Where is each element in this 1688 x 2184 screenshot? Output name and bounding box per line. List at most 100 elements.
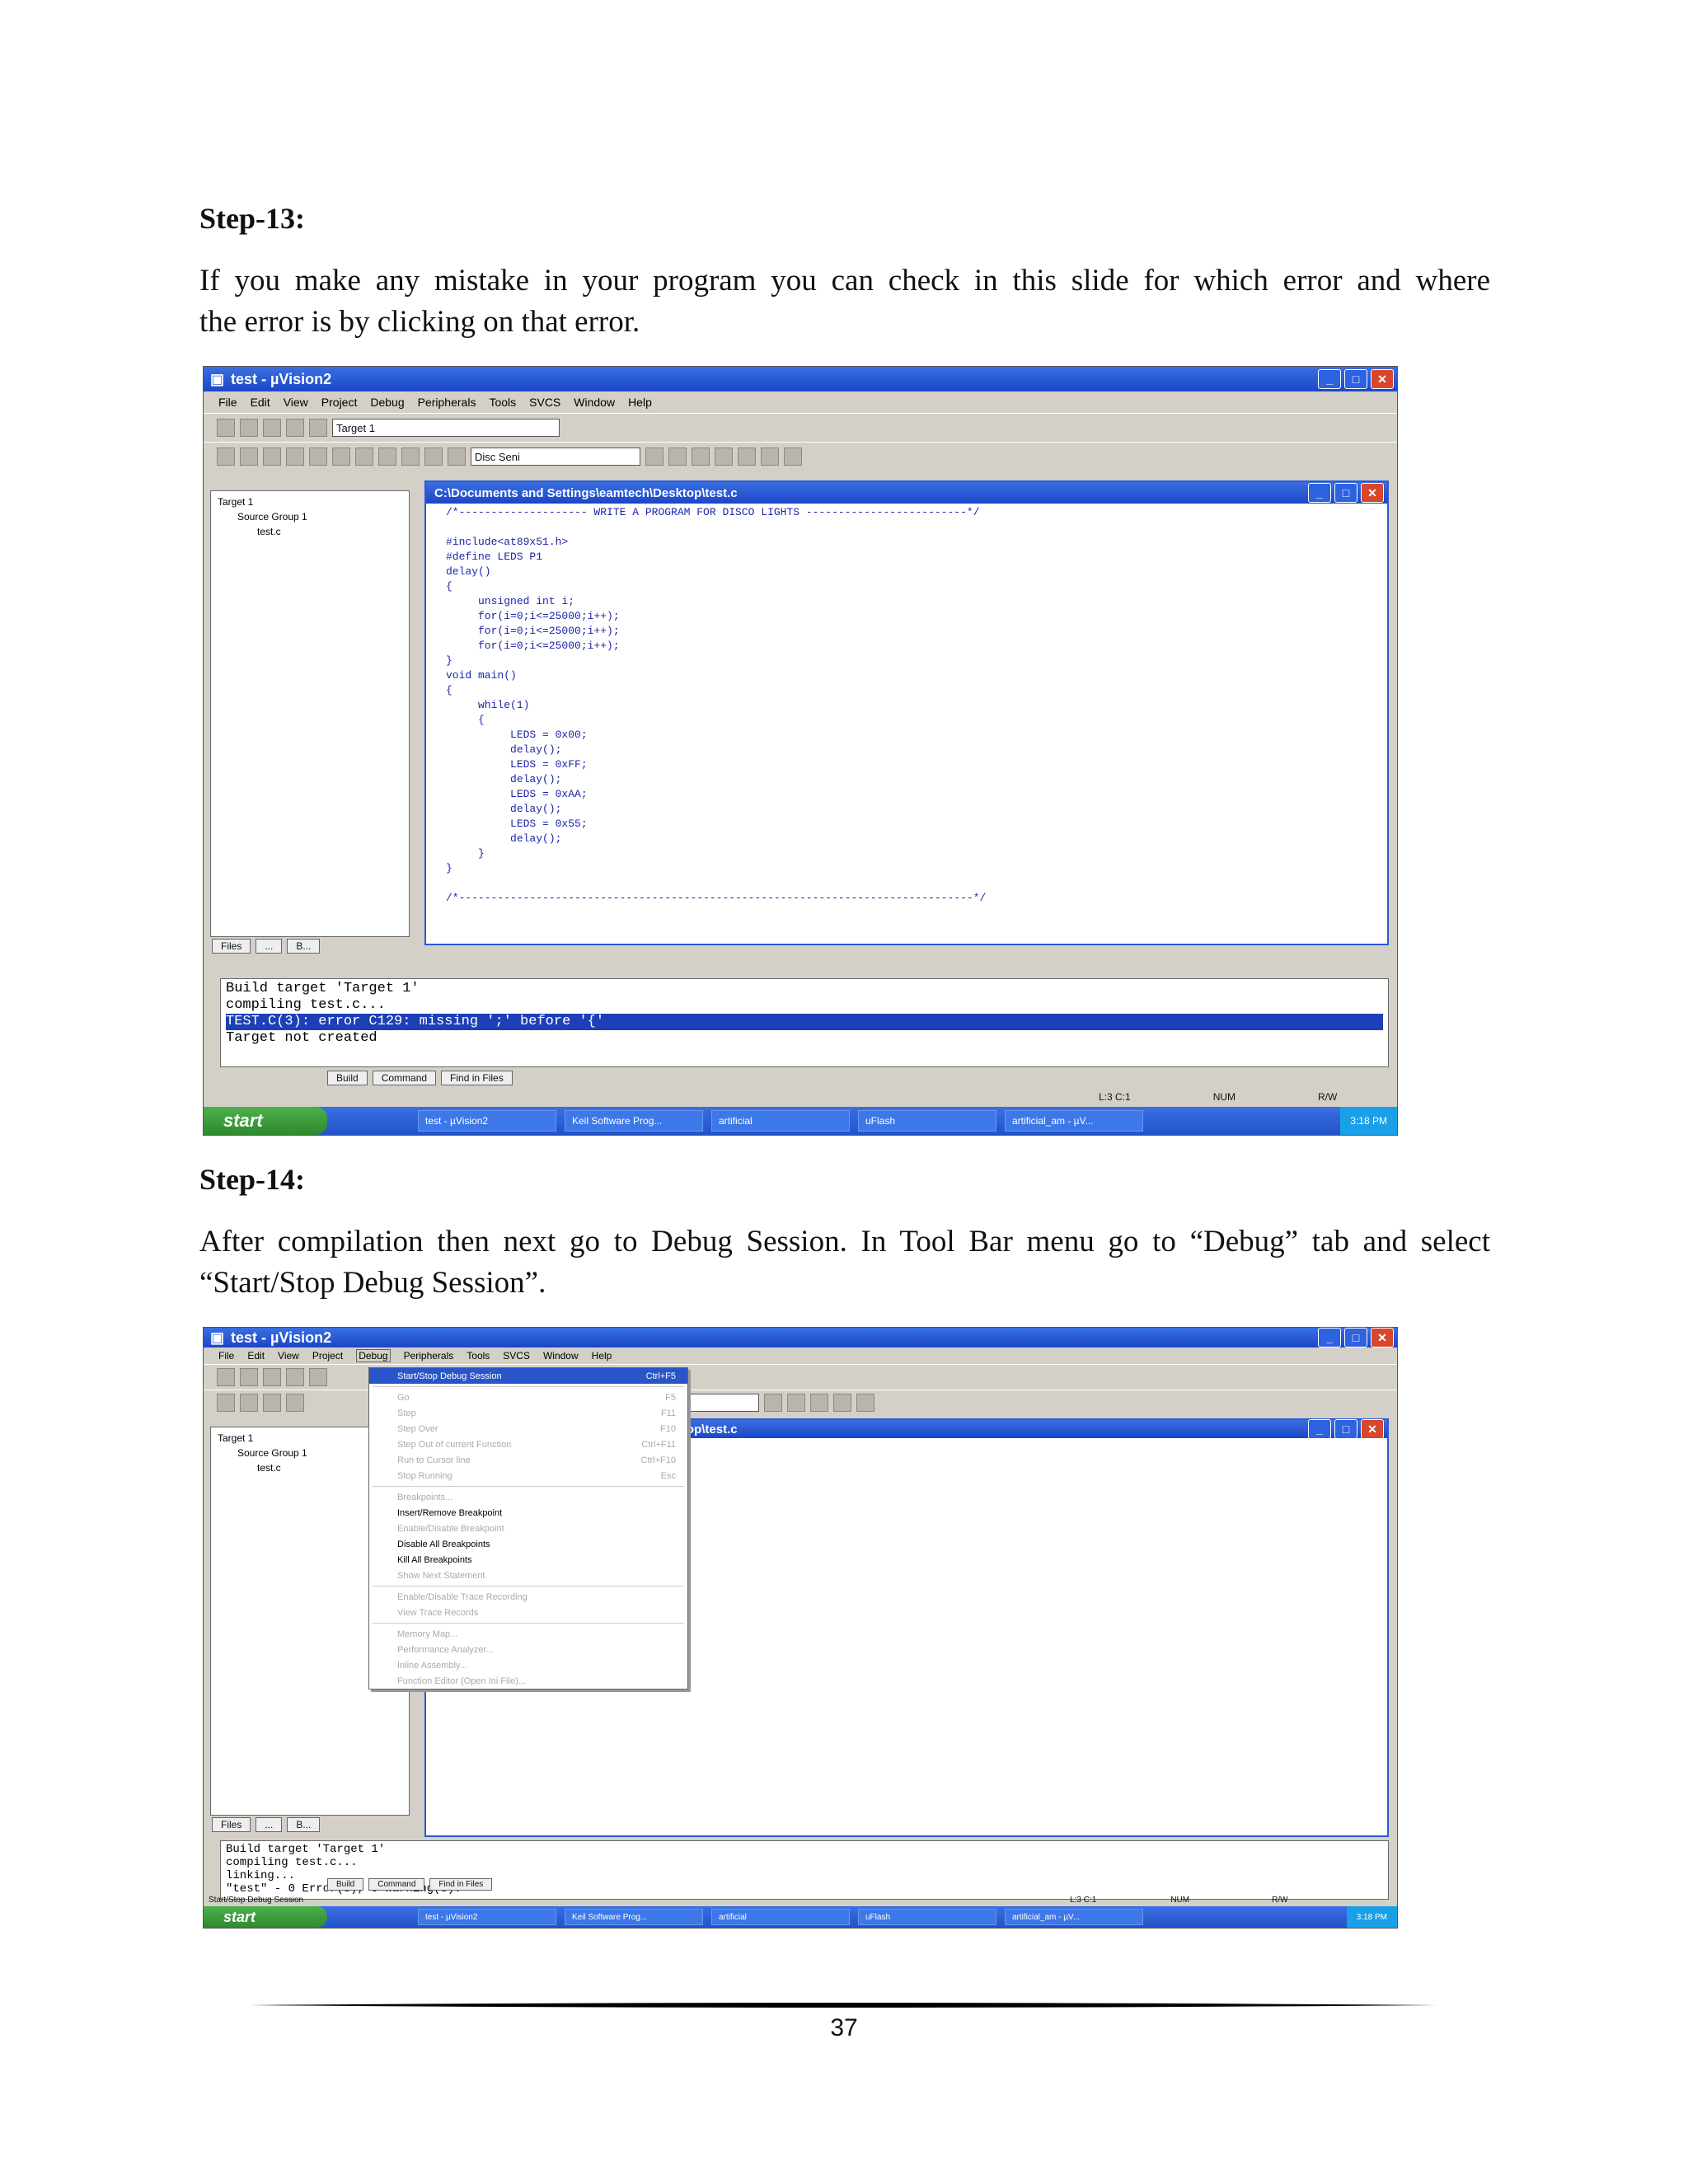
maximize-icon[interactable]: □ xyxy=(1344,369,1367,389)
copy-icon[interactable] xyxy=(332,448,350,466)
debug-icon[interactable] xyxy=(833,1394,851,1412)
open-file-icon[interactable] xyxy=(240,448,258,466)
rebuild-icon[interactable] xyxy=(263,419,281,437)
tree-group[interactable]: Source Group 1 xyxy=(218,509,402,524)
editor-close-icon[interactable]: ✕ xyxy=(1361,483,1384,503)
print-icon[interactable] xyxy=(692,448,710,466)
tab-books[interactable]: B... xyxy=(287,1817,321,1832)
tree-target[interactable]: Target 1 xyxy=(218,494,402,509)
undo-icon[interactable] xyxy=(378,448,396,466)
menu-help[interactable]: Help xyxy=(628,396,652,409)
cut-icon[interactable] xyxy=(309,448,327,466)
taskbar-item[interactable]: Keil Software Prog... xyxy=(565,1909,703,1925)
translate-icon[interactable] xyxy=(217,1368,235,1386)
menu-file[interactable]: File xyxy=(218,396,237,409)
menu-view[interactable]: View xyxy=(278,1350,299,1361)
menu-project[interactable]: Project xyxy=(321,396,358,409)
save-icon[interactable] xyxy=(263,448,281,466)
stop-build-icon[interactable] xyxy=(286,419,304,437)
translate-icon[interactable] xyxy=(217,419,235,437)
taskbar-item[interactable]: artificial_am - µV... xyxy=(1005,1909,1143,1925)
taskbar-item[interactable]: artificial_am - µV... xyxy=(1005,1110,1143,1132)
tab-command[interactable]: Command xyxy=(368,1878,425,1891)
minimize-icon[interactable]: _ xyxy=(1318,369,1341,389)
source-code[interactable]: /*-------------------- WRITE A PROGRAM F… xyxy=(426,504,1387,906)
close-icon[interactable]: ✕ xyxy=(1371,1328,1394,1347)
tab-books[interactable]: B... xyxy=(287,939,321,954)
window-icon[interactable] xyxy=(787,1394,805,1412)
menu-peripherals[interactable]: Peripherals xyxy=(404,1350,454,1361)
target-select[interactable]: Target 1 xyxy=(332,419,560,437)
debug-menu-item[interactable]: Start/Stop Debug Session Ctrl+F5 xyxy=(369,1368,687,1384)
build-icon[interactable] xyxy=(240,419,258,437)
menu-file[interactable]: File xyxy=(218,1350,234,1361)
tab-command[interactable]: Command xyxy=(372,1071,437,1085)
menu-edit[interactable]: Edit xyxy=(247,1350,265,1361)
debug-menu-item[interactable]: Insert/Remove Breakpoint xyxy=(369,1505,687,1521)
open-file-icon[interactable] xyxy=(240,1394,258,1412)
menu-view[interactable]: View xyxy=(284,396,308,409)
editor-close-icon[interactable]: ✕ xyxy=(1361,1419,1384,1439)
find-icon[interactable] xyxy=(764,1394,782,1412)
indent-icon[interactable] xyxy=(424,448,443,466)
tab-build[interactable]: Build xyxy=(327,1878,364,1891)
bookmark-icon[interactable] xyxy=(448,448,466,466)
output-text[interactable]: Build target 'Target 1' compiling test.c.… xyxy=(221,979,1388,1048)
editor-minimize-icon[interactable]: _ xyxy=(1308,1419,1331,1439)
options-icon[interactable] xyxy=(309,1368,327,1386)
tab-files[interactable]: Files xyxy=(212,939,251,954)
tab-find-in-files[interactable]: Find in Files xyxy=(441,1071,513,1085)
taskbar-item[interactable]: test - µVision2 xyxy=(418,1909,556,1925)
print-icon[interactable] xyxy=(810,1394,828,1412)
editor-restore-icon[interactable]: □ xyxy=(1334,483,1357,503)
taskbar-item[interactable]: test - µVision2 xyxy=(418,1110,556,1132)
taskbar-item[interactable]: uFlash xyxy=(858,1909,996,1925)
minimize-icon[interactable]: _ xyxy=(1318,1328,1341,1347)
stop-build-icon[interactable] xyxy=(286,1368,304,1386)
taskbar-item[interactable]: artificial xyxy=(711,1110,850,1132)
build-icon[interactable] xyxy=(240,1368,258,1386)
options-icon[interactable] xyxy=(309,419,327,437)
save-icon[interactable] xyxy=(263,1394,281,1412)
menu-project[interactable]: Project xyxy=(312,1350,343,1361)
editor-restore-icon[interactable]: □ xyxy=(1334,1419,1357,1439)
view2-icon[interactable] xyxy=(761,448,779,466)
config-icon[interactable] xyxy=(784,448,802,466)
menu-edit[interactable]: Edit xyxy=(251,396,270,409)
start-button[interactable]: start xyxy=(204,1906,327,1928)
save-all-icon[interactable] xyxy=(286,448,304,466)
view-icon[interactable] xyxy=(738,448,756,466)
menu-help[interactable]: Help xyxy=(592,1350,612,1361)
new-file-icon[interactable] xyxy=(217,448,235,466)
redo-icon[interactable] xyxy=(401,448,420,466)
error-line[interactable]: TEST.C(3): error C129: missing ';' befor… xyxy=(226,1014,1383,1030)
new-file-icon[interactable] xyxy=(217,1394,235,1412)
find-icon[interactable] xyxy=(645,448,663,466)
window-icon[interactable] xyxy=(668,448,687,466)
close-icon[interactable]: ✕ xyxy=(1371,369,1394,389)
menu-peripherals[interactable]: Peripherals xyxy=(418,396,476,409)
taskbar-item[interactable]: artificial xyxy=(711,1909,850,1925)
tab-build[interactable]: Build xyxy=(327,1071,368,1085)
maximize-icon[interactable]: □ xyxy=(1344,1328,1367,1347)
tree-file[interactable]: test.c xyxy=(218,524,402,539)
menu-svcs[interactable]: SVCS xyxy=(503,1350,530,1361)
view-icon[interactable] xyxy=(856,1394,874,1412)
taskbar-item[interactable]: uFlash xyxy=(858,1110,996,1132)
menu-svcs[interactable]: SVCS xyxy=(529,396,560,409)
debug-menu-item[interactable]: Disable All Breakpoints xyxy=(369,1536,687,1552)
find-combo[interactable]: Disc Seni xyxy=(471,448,640,466)
menu-debug[interactable]: Debug xyxy=(356,1349,391,1362)
tab-regs[interactable]: ... xyxy=(256,939,283,954)
tab-regs[interactable]: ... xyxy=(256,1817,283,1832)
menu-window[interactable]: Window xyxy=(543,1350,579,1361)
taskbar-item[interactable]: Keil Software Prog... xyxy=(565,1110,703,1132)
save-all-icon[interactable] xyxy=(286,1394,304,1412)
menu-tools[interactable]: Tools xyxy=(467,1350,490,1361)
debug-menu-item[interactable]: Kill All Breakpoints xyxy=(369,1552,687,1568)
paste-icon[interactable] xyxy=(355,448,373,466)
editor-minimize-icon[interactable]: _ xyxy=(1308,483,1331,503)
menu-tools[interactable]: Tools xyxy=(489,396,516,409)
tab-find-in-files[interactable]: Find in Files xyxy=(429,1878,493,1891)
start-button[interactable]: start xyxy=(204,1107,327,1135)
